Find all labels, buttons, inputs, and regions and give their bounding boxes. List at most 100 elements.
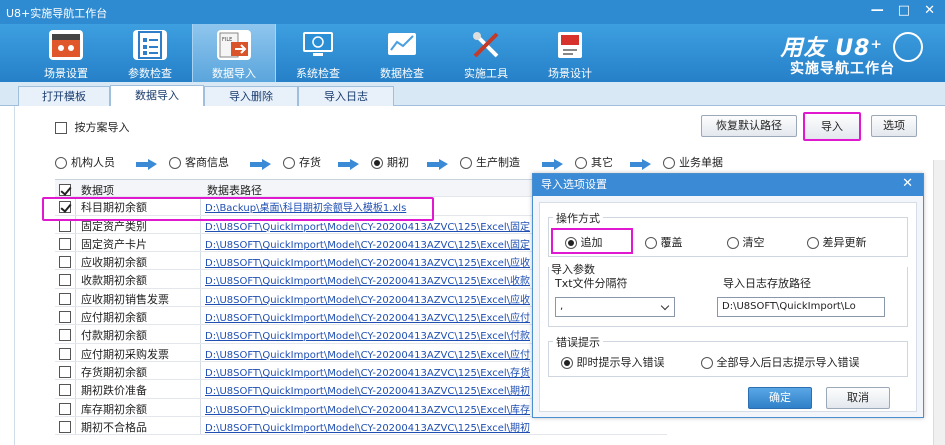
step-radio[interactable] — [460, 157, 472, 169]
error-mode-log[interactable]: 全部导入后日志提示导入错误 — [701, 354, 860, 370]
ribbon-system-check-button[interactable]: 系统检查 — [276, 24, 360, 82]
close-icon[interactable]: ✕ — [902, 174, 913, 194]
op-radio[interactable] — [807, 237, 819, 249]
cancel-button[interactable]: 取消 — [826, 387, 890, 409]
row-path-link[interactable]: D:\U8SOFT\QuickImport\Model\CY-20200413A… — [205, 346, 530, 361]
ribbon-param-check-button[interactable]: 参数检查 — [108, 24, 192, 82]
ok-button[interactable]: 确定 — [748, 387, 812, 409]
step-label: 客商信息 — [185, 156, 229, 169]
row-item: 应收期初余额 — [81, 256, 147, 270]
op-radio[interactable] — [727, 237, 739, 249]
step-opening[interactable]: 期初 — [371, 154, 409, 170]
row-path-link[interactable]: D:\U8SOFT\QuickImport\Model\CY-20200413A… — [205, 364, 530, 379]
step-radio[interactable] — [55, 157, 67, 169]
step-radio[interactable] — [575, 157, 587, 169]
step-label: 其它 — [591, 156, 613, 169]
table-row[interactable]: 期初不合格品 D:\U8SOFT\QuickImport\Model\CY-202… — [55, 417, 667, 436]
step-radio[interactable] — [283, 157, 295, 169]
row-path-link[interactable]: D:\U8SOFT\QuickImport\Model\CY-20200413A… — [205, 419, 530, 434]
step-other[interactable]: 其它 — [575, 154, 613, 170]
row-checkbox[interactable] — [59, 384, 71, 397]
separator-label: Txt文件分隔符 — [555, 277, 628, 290]
step-business-docs[interactable]: 业务单据 — [663, 154, 723, 170]
row-checkbox[interactable] — [59, 274, 71, 287]
maximize-button[interactable]: □ — [898, 3, 910, 19]
op-radio[interactable] — [645, 237, 657, 249]
op-radio[interactable] — [565, 237, 577, 249]
ribbon-data-check-button[interactable]: 数据检查 — [360, 24, 444, 82]
step-org-staff[interactable]: 机构人员 — [55, 154, 115, 170]
arrow-right-icon — [338, 159, 360, 170]
select-all-checkbox[interactable] — [59, 184, 71, 196]
log-path-input[interactable]: D:\U8SOFT\QuickImport\Lo — [717, 297, 885, 317]
ribbon-scene-design-button[interactable]: 场景设计 — [528, 24, 612, 82]
tab-import-delete[interactable]: 导入删除 — [204, 86, 298, 107]
row-checkbox[interactable] — [59, 365, 71, 378]
brand-logo: 用友 U8⁺ 实施导航工作台 — [743, 28, 923, 78]
row-checkbox[interactable] — [59, 347, 71, 360]
row-path-link[interactable]: D:\U8SOFT\QuickImport\Model\CY-20200413A… — [205, 236, 530, 251]
tab-import-log[interactable]: 导入日志 — [298, 86, 394, 107]
error-radio[interactable] — [701, 357, 713, 369]
clock-icon — [893, 32, 923, 62]
header-path: 数据表路径 — [207, 184, 262, 197]
row-path-link[interactable]: D:\U8SOFT\QuickImport\Model\CY-20200413A… — [205, 254, 530, 269]
op-overwrite[interactable]: 覆盖 — [645, 234, 683, 250]
minimize-button[interactable]: — — [871, 3, 884, 19]
error-mode-instant[interactable]: 即时提示导入错误 — [561, 354, 665, 370]
row-checkbox[interactable] — [59, 420, 71, 433]
chevron-down-icon — [660, 301, 670, 311]
row-item: 期初不合格品 — [81, 420, 147, 434]
ribbon-data-import-button[interactable]: FILE 数据导入 — [192, 24, 276, 82]
dialog-title-text: 导入选项设置 — [541, 178, 607, 191]
row-checkbox[interactable] — [59, 292, 71, 305]
arrow-right-icon — [630, 159, 652, 170]
step-manufacturing[interactable]: 生产制造 — [460, 154, 520, 170]
error-label: 全部导入后日志提示导入错误 — [716, 356, 860, 369]
row-checkbox[interactable] — [59, 311, 71, 324]
row-path-link[interactable]: D:\U8SOFT\QuickImport\Model\CY-20200413A… — [205, 401, 530, 416]
step-radio[interactable] — [663, 157, 675, 169]
scheme-import-checkbox[interactable] — [55, 122, 67, 134]
row-path-link[interactable]: D:\U8SOFT\QuickImport\Model\CY-20200413A… — [205, 382, 530, 397]
import-options-dialog: 导入选项设置 ✕ 操作方式 追加 覆盖 清空 差异更新 导入参数 Txt文件分隔… — [532, 173, 924, 418]
step-radio[interactable] — [371, 157, 383, 169]
ribbon-scene-settings-button[interactable]: 场景设置 — [24, 24, 108, 82]
error-group: 错误提示 即时提示导入错误 全部导入后日志提示导入错误 — [548, 334, 908, 377]
dialog-body: 操作方式 追加 覆盖 清空 差异更新 导入参数 Txt文件分隔符 导入日志存放路… — [539, 202, 917, 412]
step-customer-vendor[interactable]: 客商信息 — [169, 154, 229, 170]
row-path-link[interactable]: D:\U8SOFT\QuickImport\Model\CY-20200413A… — [205, 272, 530, 287]
row-checkbox[interactable] — [59, 256, 71, 269]
tools-icon — [469, 30, 503, 60]
step-radio[interactable] — [169, 157, 181, 169]
tab-open-template[interactable]: 打开模板 — [18, 86, 110, 107]
row-path-link[interactable]: D:\U8SOFT\QuickImport\Model\CY-20200413A… — [205, 309, 530, 324]
row-checkbox[interactable] — [59, 329, 71, 342]
restore-default-path-button[interactable]: 恢复默认路径 — [701, 115, 797, 137]
op-append[interactable]: 追加 — [565, 234, 603, 250]
op-diff-update[interactable]: 差异更新 — [807, 234, 867, 250]
import-button[interactable]: 导入 — [803, 112, 861, 141]
scheme-import-option[interactable]: 按方案导入 — [55, 119, 130, 135]
tab-data-import[interactable]: 数据导入 — [110, 85, 204, 106]
ribbon-tools-button[interactable]: 实施工具 — [444, 24, 528, 82]
ribbon: 场景设置 参数检查 FILE 数据导入 系统检查 数据检查 实施工具 场景设计 — [0, 24, 945, 82]
file-import-icon: FILE — [217, 30, 251, 60]
row-checkbox[interactable] — [59, 402, 71, 415]
row-item: 应付期初余额 — [81, 311, 147, 325]
error-radio[interactable] — [561, 357, 573, 369]
options-button[interactable]: 选项 — [871, 115, 917, 137]
close-button[interactable]: ✕ — [924, 3, 935, 19]
separator-select[interactable]: , — [555, 297, 675, 317]
step-inventory[interactable]: 存货 — [283, 154, 321, 170]
row-checkbox[interactable] — [59, 237, 71, 250]
vertical-scrollbar[interactable] — [933, 160, 945, 445]
op-clear[interactable]: 清空 — [727, 234, 765, 250]
scheme-import-label: 按方案导入 — [74, 121, 130, 134]
error-label: 即时提示导入错误 — [576, 356, 665, 369]
row-checkbox[interactable] — [59, 219, 71, 232]
row-path-link[interactable]: D:\U8SOFT\QuickImport\Model\CY-20200413A… — [205, 291, 530, 306]
tab-bar: 打开模板 数据导入 导入删除 导入日志 — [0, 82, 945, 107]
row-path-link[interactable]: D:\U8SOFT\QuickImport\Model\CY-20200413A… — [205, 327, 530, 342]
dialog-title: 导入选项设置 ✕ — [533, 174, 923, 196]
